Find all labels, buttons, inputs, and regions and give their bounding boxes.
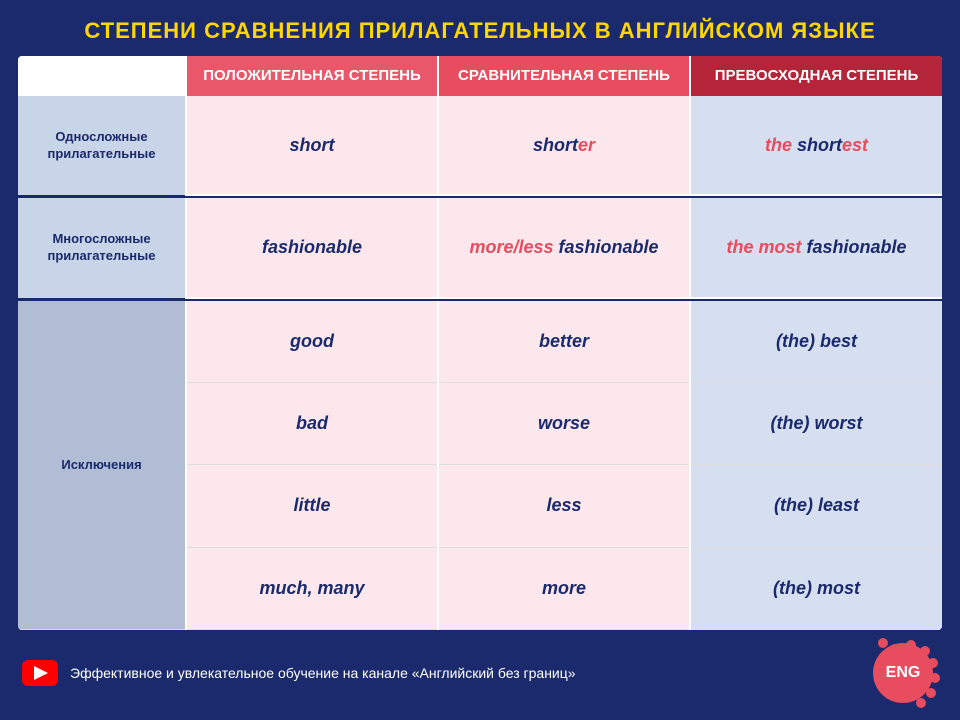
polysyllabic-comparative: more/less fashionable xyxy=(438,198,690,297)
monosyllabic-row: Односложныеприлагательные short shorter … xyxy=(18,96,942,195)
exc3-comparative: less xyxy=(438,465,690,547)
polysyllabic-label: Многосложныеприлагательные xyxy=(18,198,186,297)
header-positive: ПОЛОЖИТЕЛЬНАЯ СТЕПЕНЬ xyxy=(186,56,438,96)
footer: Эффективное и увлекательное обучение на … xyxy=(18,630,942,712)
header-superlative: ПРЕВОСХОДНАЯ СТЕПЕНЬ xyxy=(690,56,942,96)
exc4-superlative: (the) most xyxy=(690,547,942,630)
dot6 xyxy=(916,698,926,708)
exc2-superlative: (the) worst xyxy=(690,382,942,464)
page-title: СТЕПЕНИ СРАВНЕНИЯ ПРИЛАГАТЕЛЬНЫХ В АНГЛИ… xyxy=(18,10,942,56)
exc3-superlative: (the) least xyxy=(690,465,942,547)
main-container: СТЕПЕНИ СРАВНЕНИЯ ПРИЛАГАТЕЛЬНЫХ В АНГЛИ… xyxy=(0,0,960,720)
polysyllabic-row: Многосложныеприлагательные fashionable m… xyxy=(18,198,942,297)
exc3-positive: little xyxy=(186,465,438,547)
footer-text: Эффективное и увлекательное обучение на … xyxy=(70,665,576,681)
polysyllabic-positive: fashionable xyxy=(186,198,438,297)
play-triangle xyxy=(34,666,48,680)
eng-logo-text: ENG xyxy=(873,643,933,703)
monosyllabic-superlative: the shortest xyxy=(690,96,942,195)
exc1-positive: good xyxy=(186,301,438,382)
exceptions-label: Исключения xyxy=(18,301,186,630)
header-comparative: СРАВНИТЕЛЬНАЯ СТЕПЕНЬ xyxy=(438,56,690,96)
exc1-comparative: better xyxy=(438,301,690,382)
exc4-comparative: more xyxy=(438,547,690,630)
monosyllabic-label: Односложныеприлагательные xyxy=(18,96,186,195)
monosyllabic-comparative: shorter xyxy=(438,96,690,195)
polysyllabic-superlative: the most fashionable xyxy=(690,198,942,297)
exception-row-1: Исключения good better (the) best xyxy=(18,301,942,382)
exc4-positive: much, many xyxy=(186,547,438,630)
exc2-comparative: worse xyxy=(438,382,690,464)
table-wrapper: ПОЛОЖИТЕЛЬНАЯ СТЕПЕНЬ СРАВНИТЕЛЬНАЯ СТЕП… xyxy=(18,56,942,630)
monosyllabic-positive: short xyxy=(186,96,438,195)
youtube-icon[interactable] xyxy=(22,660,58,686)
comparison-table: ПОЛОЖИТЕЛЬНАЯ СТЕПЕНЬ СРАВНИТЕЛЬНАЯ СТЕП… xyxy=(18,56,942,630)
exc1-superlative: (the) best xyxy=(690,301,942,382)
exc2-positive: bad xyxy=(186,382,438,464)
eng-logo: ENG xyxy=(868,638,938,708)
header-label xyxy=(18,56,186,96)
